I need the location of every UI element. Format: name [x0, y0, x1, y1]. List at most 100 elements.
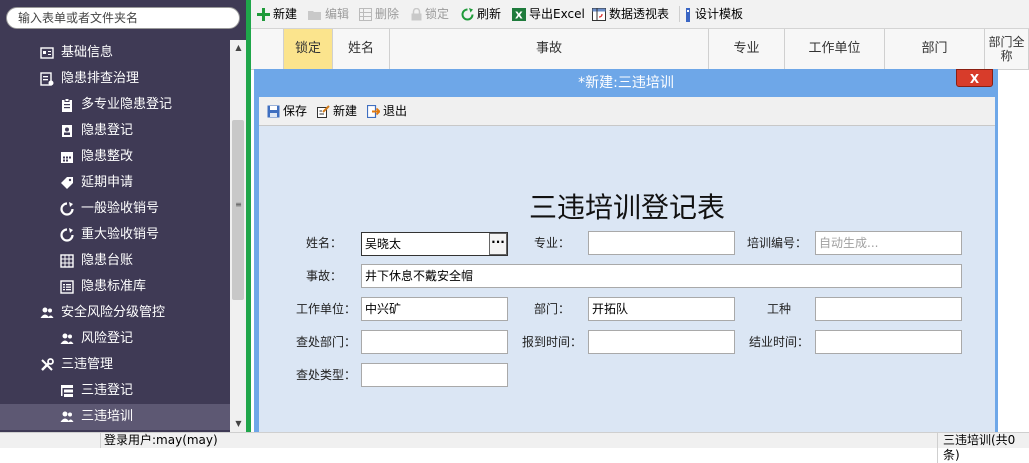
specialty-field[interactable] — [588, 231, 735, 255]
search-input-wrapper[interactable] — [6, 7, 240, 29]
scroll-up-arrow-icon[interactable]: ▲ — [230, 40, 247, 56]
floppy-disk-icon — [267, 105, 280, 118]
incident-field[interactable]: 井下休息不戴安全帽 — [361, 264, 962, 288]
scroll-down-arrow-icon[interactable]: ▼ — [230, 416, 247, 432]
sidebar-item-label: 隐患标准库 — [81, 279, 147, 294]
column-header-incident[interactable]: 事故 — [390, 29, 709, 69]
department-field[interactable]: 开拓队 — [588, 297, 735, 321]
edit-button[interactable]: 编辑 — [308, 0, 349, 28]
column-header-work-unit[interactable]: 工作单位 — [785, 29, 885, 69]
exit-icon — [367, 105, 380, 118]
sidebar-item-label: 基础信息 — [61, 45, 114, 60]
sidebar-item-violation-training[interactable]: 三违培训 — [0, 404, 230, 430]
users-icon — [60, 411, 74, 422]
grid-header: 锁定 姓名 事故 专业 工作单位 部门 部门全称 — [251, 29, 1029, 70]
folder-edit-icon — [308, 11, 321, 20]
svg-text:X: X — [515, 11, 523, 22]
sidebar-item-extension-request[interactable]: 延期申请 — [0, 170, 230, 196]
sidebar-item-violation-register[interactable]: 三违登记 — [0, 378, 230, 404]
sidebar-item-basic-info[interactable]: 基础信息 — [0, 40, 230, 66]
check-department-field[interactable] — [361, 330, 508, 354]
refresh-icon — [60, 202, 74, 216]
dialog-toolbar: 保存 新建 退出 — [259, 97, 995, 126]
incident-label: 事故： — [305, 269, 342, 283]
sidebar-item-violation-management[interactable]: 三违管理 — [0, 352, 230, 378]
new-record-button[interactable]: 新建 — [317, 97, 357, 125]
new-document-icon — [317, 105, 330, 118]
design-template-button-label: 设计模板 — [695, 7, 744, 21]
training-number-label: 培训编号： — [746, 236, 807, 250]
refresh-button[interactable]: 刷新 — [461, 0, 501, 28]
scroll-thumb[interactable] — [232, 120, 244, 300]
status-record-count: 三违培训(共0条) — [937, 433, 1029, 463]
sidebar-item-general-acceptance[interactable]: 一般验收销号 — [0, 196, 230, 222]
form-title: 三违培训登记表 — [528, 191, 725, 224]
report-time-field[interactable] — [588, 330, 735, 354]
check-type-field[interactable] — [361, 363, 508, 387]
name-field[interactable]: 吴晓太 — [361, 232, 508, 256]
check-type-label: 查处类型： — [295, 368, 356, 382]
save-button[interactable]: 保存 — [267, 97, 307, 125]
specialty-label: 专业： — [533, 236, 570, 250]
work-unit-field[interactable]: 中兴矿 — [361, 297, 508, 321]
column-header-lock[interactable]: 锁定 — [284, 29, 333, 69]
sidebar-item-hazard-governance[interactable]: 隐患排查治理 — [0, 66, 230, 92]
lock-button-label: 锁定 — [425, 7, 450, 21]
toolbar-separator — [679, 6, 680, 22]
job-type-label: 工种 — [766, 302, 791, 316]
grid-delete-icon — [359, 8, 372, 21]
sidebar-item-label: 重大验收销号 — [81, 227, 160, 242]
column-header-name[interactable]: 姓名 — [333, 29, 390, 69]
sidebar-item-label: 隐患排查治理 — [61, 71, 140, 86]
settings-list-icon — [40, 72, 54, 86]
sidebar-scrollbar[interactable]: ▲ ≡ ▼ — [230, 40, 247, 432]
sidebar-item-risk-control[interactable]: 安全风险分级管控 — [0, 300, 230, 326]
delete-button-label: 删除 — [375, 7, 400, 21]
sidebar-item-hazard-rectify[interactable]: 隐患整改 — [0, 144, 230, 170]
new-record-button-label: 新建 — [333, 104, 358, 118]
export-excel-button[interactable]: X 导出Excel — [512, 0, 585, 28]
new-button[interactable]: 新建 — [257, 0, 297, 28]
sidebar-item-risk-register[interactable]: 风险登记 — [0, 326, 230, 352]
main-toolbar: 新建 编辑 删除 锁定 刷新 X 导出Excel 数据透视表 设计模板 — [251, 0, 1029, 29]
status-user: 登录用户:may(may) — [100, 433, 218, 448]
pivot-table-button[interactable]: 数据透视表 — [592, 0, 669, 28]
sidebar-item-hazard-ledger[interactable]: 隐患台账 — [0, 248, 230, 274]
pivot-table-icon — [592, 8, 606, 21]
refresh-icon — [60, 228, 74, 242]
sidebar-item-label: 延期申请 — [81, 175, 134, 190]
sidebar: 基础信息 隐患排查治理 多专业隐患登记 隐患登记 隐患整改 延期申请 一般验收销… — [0, 0, 247, 432]
sidebar-item-label: 隐患登记 — [81, 123, 134, 138]
grid-corner — [251, 29, 284, 69]
sidebar-item-hazard-standard-lib[interactable]: 隐患标准库 — [0, 274, 230, 300]
column-header-specialty[interactable]: 专业 — [709, 29, 785, 69]
id-card-icon — [40, 47, 54, 59]
sidebar-item-label: 三违管理 — [61, 357, 114, 372]
search-input[interactable] — [18, 8, 228, 28]
lock-button[interactable]: 锁定 — [411, 0, 449, 28]
tag-icon — [61, 177, 73, 189]
sidebar-item-label: 三违培训 — [81, 409, 134, 424]
exit-button[interactable]: 退出 — [367, 97, 407, 125]
column-header-department[interactable]: 部门 — [885, 29, 985, 69]
save-button-label: 保存 — [283, 104, 308, 118]
delete-button[interactable]: 删除 — [359, 0, 399, 28]
check-department-label: 查处部门： — [295, 335, 356, 349]
contact-book-icon — [62, 125, 72, 137]
report-time-label: 报到时间： — [521, 335, 582, 349]
sidebar-item-multi-hazard-register[interactable]: 多专业隐患登记 — [0, 92, 230, 118]
end-time-field[interactable] — [815, 330, 962, 354]
column-header-department-fullname[interactable]: 部门全称 — [985, 29, 1029, 69]
sidebar-item-hazard-register[interactable]: 隐患登记 — [0, 118, 230, 144]
work-unit-label: 工作单位： — [295, 302, 356, 316]
training-number-field[interactable]: 自动生成... — [815, 231, 962, 255]
sidebar-item-major-acceptance[interactable]: 重大验收销号 — [0, 222, 230, 248]
job-type-field[interactable] — [815, 297, 962, 321]
sidebar-item-label: 隐患整改 — [81, 149, 134, 164]
list-icon — [60, 280, 74, 294]
sidebar-item-label: 风险登记 — [81, 331, 134, 346]
refresh-icon — [461, 8, 474, 21]
department-label: 部门： — [533, 302, 570, 316]
close-button[interactable]: X — [956, 69, 993, 87]
design-template-button[interactable]: 设计模板 — [684, 0, 743, 28]
